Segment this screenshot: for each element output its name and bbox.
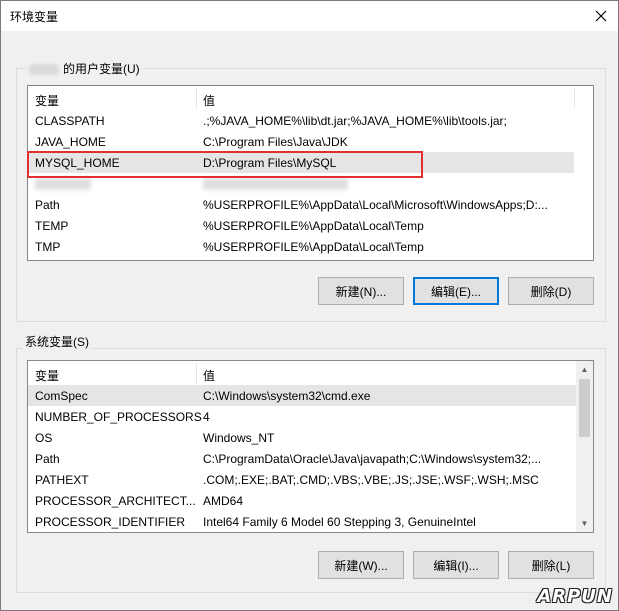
table-row[interactable]: ComSpec C:\Windows\system32\cmd.exe [28,385,576,406]
variable-value: Windows_NT [203,431,275,445]
table-row[interactable]: PROCESSOR_ARCHITECT... AMD64 [28,490,576,511]
user-new-button[interactable]: 新建(N)... [318,277,404,305]
blurred-variable-name [35,178,91,190]
variable-value: C:\Windows\system32\cmd.exe [203,389,371,403]
variable-name: OS [35,431,53,445]
variable-value: %USERPROFILE%\AppData\Local\Temp [203,240,424,254]
variable-name: PATHEXT [35,473,89,487]
variable-value: C:\ProgramData\Oracle\Java\javapath;C:\W… [203,452,542,466]
list-header: 变量 值 [28,361,593,385]
blurred-variable-value [203,178,348,190]
system-new-button[interactable]: 新建(W)... [318,551,404,579]
column-separator [574,88,575,108]
table-row[interactable]: TMP %USERPROFILE%\AppData\Local\Temp [28,236,574,257]
variable-name: JAVA_HOME [35,135,106,149]
system-variables-label: 系统变量(S) [22,333,92,350]
close-icon [595,10,607,22]
scroll-up-arrow-icon[interactable]: ▲ [576,361,593,378]
variable-value: .;%JAVA_HOME%\lib\dt.jar;%JAVA_HOME%\lib… [203,114,507,128]
variable-value: %USERPROFILE%\AppData\Local\Microsoft\Wi… [203,198,548,212]
column-header-variable[interactable]: 变量 [35,92,59,109]
user-variables-label: 的用户变量(U) [26,60,143,77]
table-row[interactable]: CLASSPATH .;%JAVA_HOME%\lib\dt.jar;%JAVA_… [28,110,574,131]
table-row[interactable]: PROCESSOR_IDENTIFIER Intel64 Family 6 Mod… [28,511,576,532]
column-header-value[interactable]: 值 [203,367,215,384]
variable-value: Intel64 Family 6 Model 60 Stepping 3, Ge… [203,515,476,529]
variable-value: 4 [203,410,210,424]
scrollbar-thumb[interactable] [579,379,590,437]
table-row[interactable]: TEMP %USERPROFILE%\AppData\Local\Temp [28,215,574,236]
mysql-home-highlight [27,151,423,178]
variable-name: ComSpec [35,389,88,403]
variable-name: Path [35,452,60,466]
system-delete-button[interactable]: 删除(L) [508,551,594,579]
variable-name: CLASSPATH [35,114,105,128]
variable-name: TMP [35,240,61,254]
blurred-username [29,64,59,76]
watermark: ARPUN [537,586,613,607]
environment-variables-dialog: 环境变量 的用户变量(U) 变量 值 CLASSPATH .;%JAVA_HOME… [0,0,619,611]
title-bar: 环境变量 [1,1,618,31]
table-row[interactable]: OS Windows_NT [28,427,576,448]
variable-value: %USERPROFILE%\AppData\Local\Temp [203,219,424,233]
variable-name: PROCESSOR_ARCHITECT... [35,494,196,508]
table-row[interactable]: JAVA_HOME C:\Program Files\Java\JDK [28,131,574,152]
variable-value: AMD64 [203,494,244,508]
variable-name: NUMBER_OF_PROCESSORS [35,410,202,424]
system-edit-button[interactable]: 编辑(I)... [413,551,499,579]
table-row[interactable]: PATHEXT .COM;.EXE;.BAT;.CMD;.VBS;.VBE;.JS… [28,469,576,490]
variable-value: .COM;.EXE;.BAT;.CMD;.VBS;.VBE;.JS;.JSE;.… [203,473,539,487]
table-row[interactable]: NUMBER_OF_PROCESSORS 4 [28,406,576,427]
column-separator [196,363,197,383]
user-edit-button[interactable]: 编辑(E)... [413,277,499,305]
column-separator [196,88,197,108]
column-header-value[interactable]: 值 [203,92,215,109]
table-row[interactable]: Path C:\ProgramData\Oracle\Java\javapath;… [28,448,576,469]
column-header-variable[interactable]: 变量 [35,367,59,384]
variable-name: TEMP [35,219,69,233]
close-button[interactable] [584,1,618,31]
system-list-scrollbar[interactable]: ▲ ▼ [576,361,593,532]
list-header: 变量 值 [28,86,593,110]
user-delete-button[interactable]: 删除(D) [508,277,594,305]
variable-name: Path [35,198,60,212]
variable-value: C:\Program Files\Java\JDK [203,135,348,149]
scroll-down-arrow-icon[interactable]: ▼ [576,515,593,532]
variable-name: PROCESSOR_IDENTIFIER [35,515,186,529]
window-title: 环境变量 [10,10,59,24]
table-row[interactable]: Path %USERPROFILE%\AppData\Local\Microsof… [28,194,574,215]
system-variables-list[interactable]: 变量 值 ComSpec C:\Windows\system32\cmd.exe N… [27,360,594,533]
